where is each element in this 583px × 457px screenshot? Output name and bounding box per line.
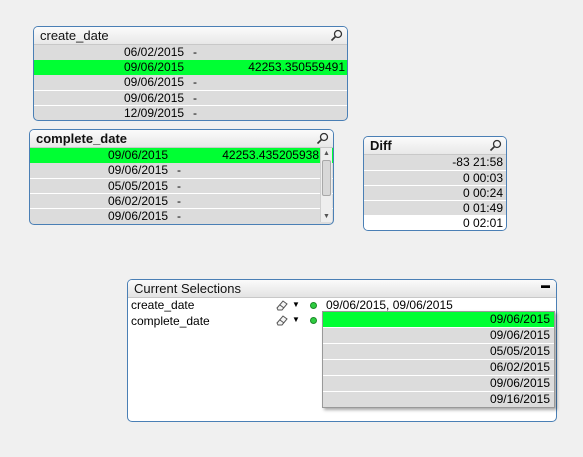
list-item-date: 06/02/2015 [108, 194, 169, 208]
status-dot-icon [310, 317, 317, 324]
list-item-value: - [193, 75, 197, 89]
field-complete-date: complete_date [131, 314, 210, 328]
complete-date-listbox: complete_date 09/06/2015 42253.435205938 0… [29, 129, 334, 225]
list-item[interactable]: 09/06/2015 42253.350559491 [34, 60, 347, 75]
dropdown-item[interactable]: 05/05/2015 [323, 343, 554, 359]
list-item-value: - [177, 194, 181, 208]
dropdown-item[interactable]: 09/06/2015 [323, 375, 554, 391]
list-item-value: - [193, 45, 197, 59]
list-item[interactable]: 0 02:01 [364, 215, 506, 230]
list-item-value: - [177, 179, 181, 193]
dropdown-item[interactable]: 09/06/2015 [323, 312, 554, 327]
create-date-header: create_date [34, 27, 347, 45]
list-item[interactable]: 09/06/2015- [34, 90, 347, 106]
list-item[interactable]: 0 01:49 [364, 200, 506, 215]
current-selections-header: Current Selections ▬ [128, 280, 556, 298]
clear-selection-icon[interactable] [275, 314, 289, 326]
diff-listbox: Diff -83 21:58 0 00:03 0 00:24 0 01:49 0 02:… [363, 136, 507, 231]
list-item-value: 42253.435205938 [222, 148, 319, 162]
scroll-up-icon[interactable]: ▲ [321, 148, 332, 159]
create-date-title: create_date [40, 28, 109, 43]
search-icon[interactable] [489, 139, 502, 152]
complete-date-title: complete_date [36, 131, 128, 146]
complete-date-dropdown: 09/06/2015 09/06/2015 05/05/2015 06/02/2015… [322, 311, 555, 408]
create-date-listbox: create_date 06/02/2015-09/06/2015 42253.3… [33, 26, 348, 121]
vertical-scrollbar[interactable]: ▲ ▼ [320, 148, 332, 222]
list-item-date: 06/02/2015 [124, 45, 185, 59]
list-item-value: - [193, 106, 197, 120]
scroll-thumb[interactable] [322, 160, 331, 196]
field-create-date: create_date [131, 298, 195, 312]
list-item[interactable]: 09/06/2015 42253.435205938 [30, 148, 333, 163]
list-item-date: 09/06/2015 [124, 60, 185, 74]
list-item-value: - [177, 209, 181, 223]
list-item-date: 09/06/2015 [108, 209, 169, 223]
list-item-date: 12/09/2015 [124, 106, 185, 120]
list-item[interactable]: 09/06/2015- [34, 75, 347, 90]
diff-title: Diff [370, 138, 392, 153]
chevron-down-icon[interactable]: ▼ [292, 300, 300, 309]
list-item-date: 09/06/2015 [108, 163, 169, 177]
list-item[interactable]: 12/09/2015- [34, 105, 347, 120]
list-item-date: 09/06/2015 [108, 148, 169, 162]
list-item[interactable]: 05/05/2015- [30, 178, 333, 194]
list-item[interactable]: 06/02/2015- [34, 45, 347, 60]
search-icon[interactable] [330, 29, 343, 42]
search-icon[interactable] [316, 132, 329, 145]
minimize-icon[interactable]: ▬ [541, 280, 550, 290]
list-item-value: - [193, 91, 197, 105]
list-item-value: 42253.350559491 [248, 60, 345, 74]
chevron-down-icon[interactable]: ▼ [292, 315, 300, 324]
list-item[interactable]: -83 21:58 [364, 155, 506, 170]
list-item[interactable]: 0 00:03 [364, 170, 506, 185]
scroll-down-icon[interactable]: ▼ [321, 211, 332, 222]
current-selections-title: Current Selections [134, 281, 241, 296]
list-item[interactable]: 09/06/2015- [30, 208, 333, 224]
list-item-date: 05/05/2015 [108, 179, 169, 193]
diff-header: Diff [364, 137, 506, 155]
list-item-value: - [177, 163, 181, 177]
list-item-date: 09/06/2015 [124, 75, 185, 89]
list-item-date: 09/06/2015 [124, 91, 185, 105]
dropdown-item[interactable]: 06/02/2015 [323, 359, 554, 375]
dropdown-item[interactable]: 09/06/2015 [323, 327, 554, 343]
clear-selection-icon[interactable] [275, 299, 289, 311]
list-item[interactable]: 06/02/2015- [30, 193, 333, 209]
complete-date-header: complete_date [30, 130, 333, 148]
status-dot-icon [310, 302, 317, 309]
field-create-date-values: 09/06/2015, 09/06/2015 [326, 298, 453, 312]
list-item[interactable]: 09/06/2015- [30, 163, 333, 178]
dropdown-item[interactable]: 09/16/2015 [323, 391, 554, 407]
list-item[interactable]: 0 00:24 [364, 185, 506, 200]
